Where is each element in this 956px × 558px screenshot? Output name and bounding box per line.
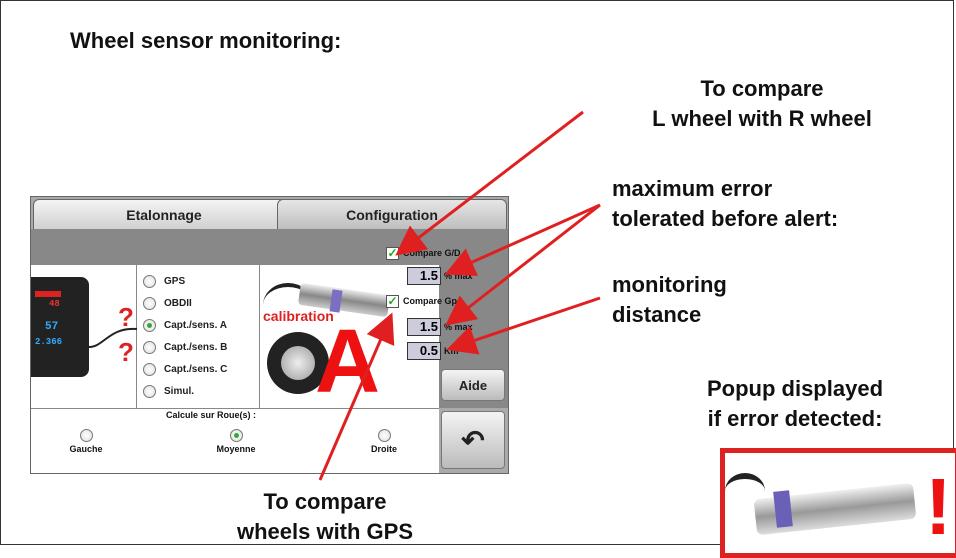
arrow <box>446 296 601 355</box>
arrow <box>318 312 395 481</box>
annotation-arrows <box>318 110 601 481</box>
figure: Wheel sensor monitoring: To compare L wh… <box>0 0 956 558</box>
arrow <box>395 110 584 256</box>
